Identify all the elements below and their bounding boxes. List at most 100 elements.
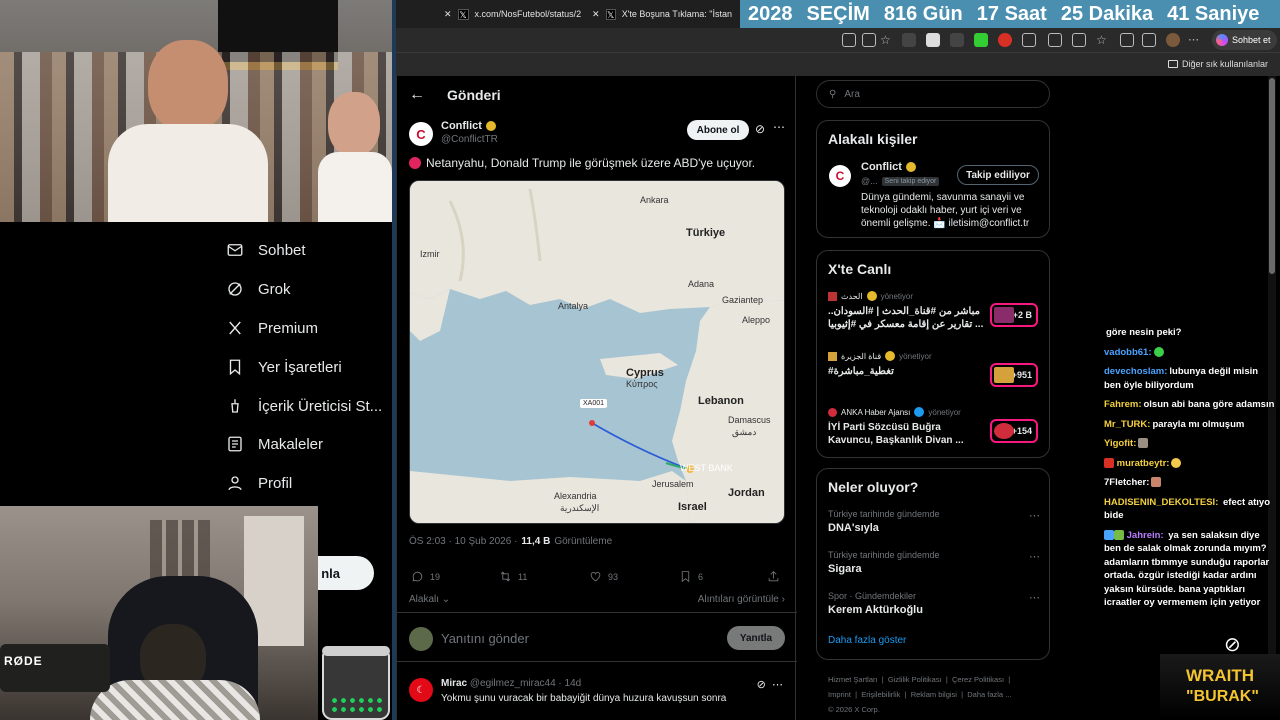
related-name-row[interactable]: Conflict — [861, 161, 916, 173]
election-countdown-banner: 2028 SEÇİM 816 Gün 17 Saat 25 Dakika 41 … — [740, 0, 1280, 28]
more-options-icon[interactable]: ⋯ — [773, 120, 785, 134]
more-menu-icon[interactable]: ⋯ — [1188, 33, 1202, 47]
nav-item-premium[interactable]: Premium — [226, 314, 318, 342]
author-handle[interactable]: @ConflictTR — [441, 134, 498, 145]
star-icon[interactable]: ☆ — [880, 33, 894, 47]
reply-icon — [412, 571, 423, 582]
streamer-webcam-video: RØDE — [0, 506, 318, 720]
copilot-chat-button[interactable]: Sohbet et — [1212, 30, 1277, 50]
emote-icon — [1171, 457, 1182, 468]
close-icon[interactable]: ✕ — [444, 9, 452, 20]
countdown-hours: 17 Saat — [976, 2, 1047, 25]
bookmark-action[interactable]: 6 — [679, 570, 703, 583]
extension-icon[interactable] — [902, 33, 916, 47]
nav-item-creator-studio[interactable]: İçerik Üreticisi St... — [226, 392, 382, 420]
nav-item-bookmarks[interactable]: Yer İşaretleri — [226, 353, 342, 381]
extension-icon[interactable] — [974, 33, 988, 47]
footer-link[interactable]: Imprint — [828, 690, 851, 699]
more-options-icon[interactable]: ⋯ — [1029, 550, 1040, 563]
author-name-row[interactable]: Conflict — [441, 120, 496, 132]
live-item[interactable]: الحدث yönetiyor مباشر من #قناة_الحدث | #ا… — [828, 291, 1040, 339]
extension-icon[interactable] — [842, 33, 856, 47]
heart-icon — [590, 572, 601, 582]
trend-name: Kerem Aktürkoğlu — [828, 604, 923, 616]
extension-icon[interactable] — [1120, 33, 1134, 47]
footer-link[interactable]: Gizlilik Politikası — [888, 675, 942, 684]
extension-icon[interactable] — [926, 33, 940, 47]
nav-item-chat[interactable]: Sohbet — [226, 236, 306, 264]
split-view-icon[interactable] — [1048, 33, 1062, 47]
reply-avatar[interactable]: ☾ — [409, 678, 433, 702]
map-label: WEST BANK — [680, 463, 733, 473]
chat-user: muratbeytr: — [1116, 457, 1170, 469]
trend-item[interactable]: Türkiye tarihinde gündemde Sigara ⋯ — [828, 550, 1040, 582]
other-favorites-folder[interactable]: Diğer sık kullanılanlar — [1167, 59, 1268, 69]
search-input[interactable]: ⚲ Ara — [816, 80, 1050, 108]
reply-input[interactable]: Yanıtını gönder — [441, 631, 529, 646]
nav-item-grok[interactable]: Grok — [226, 275, 291, 303]
nav-item-profile[interactable]: Profil — [226, 469, 292, 497]
scrollbar-thumb[interactable] — [1269, 78, 1275, 274]
show-more-link[interactable]: Daha fazla göster — [828, 635, 906, 646]
grok-icon[interactable]: ⊘ — [757, 679, 766, 691]
footer-link[interactable]: Reklam bilgisi — [911, 690, 957, 699]
grok-icon[interactable]: ⊘ — [755, 122, 765, 136]
extension-icon[interactable] — [950, 33, 964, 47]
subscribe-button[interactable]: Abone ol — [687, 120, 749, 140]
extension-icon[interactable] — [1142, 33, 1156, 47]
favorites-icon[interactable]: ☆ — [1096, 33, 1110, 47]
extension-icon[interactable] — [998, 33, 1012, 47]
countdown-label: SEÇİM — [806, 2, 870, 25]
map-label: Türkiye — [686, 227, 726, 239]
map-label: Israel — [678, 501, 707, 513]
map-label: Cyprus — [626, 367, 664, 379]
tab-nosfutebol[interactable]: ✕ 𝕏 x.com/NosFutebol/status/2 — [444, 4, 584, 24]
stream-screen: Sohbet Grok Premium Yer İşaretleri İçeri… — [0, 0, 1280, 720]
tab-label: X'te Boşuna Tıklama: "İstan — [621, 9, 732, 19]
trend-item[interactable]: Spor · Gündemdekiler Kerem Aktürkoğlu ⋯ — [828, 591, 1040, 623]
trend-item[interactable]: Türkiye tarihinde gündemde DNA'sıyla ⋯ — [828, 509, 1040, 541]
post-meta: ÖS 2:03 · 10 Şub 2026 · 11,4 B Görüntüle… — [409, 536, 612, 547]
live-title: X'te Canlı — [828, 261, 892, 277]
footer-link[interactable]: Daha fazla ... — [967, 690, 1011, 699]
sort-dropdown[interactable]: Alakalı ⌄ — [409, 594, 450, 605]
collections-icon[interactable] — [1072, 33, 1086, 47]
grok-float-icon[interactable]: ⊘ — [1224, 632, 1248, 656]
more-options-icon[interactable]: ⋯ — [772, 679, 783, 691]
related-name: Conflict — [861, 161, 902, 173]
footer-link[interactable]: Çerez Politikası — [952, 675, 1004, 684]
profile-avatar-icon[interactable] — [1166, 33, 1180, 47]
view-quotes-label: Alıntıları görüntüle — [697, 594, 779, 605]
reply-action[interactable]: 19 — [411, 570, 440, 583]
pilgrim-main — [108, 40, 268, 222]
extension-icon[interactable] — [1022, 33, 1036, 47]
tab-x-bosuna[interactable]: ✕ 𝕏 X'te Boşuna Tıklama: "İstan — [592, 4, 732, 24]
footer-link[interactable]: Erişilebilirlik — [861, 690, 900, 699]
following-button[interactable]: Takip ediliyor — [957, 165, 1039, 185]
post-author: C Conflict @ConflictTR Abone ol ⊘ ⋯ — [409, 120, 789, 152]
reply-button[interactable]: Yanıtla — [727, 626, 785, 650]
close-icon[interactable]: ✕ — [592, 9, 600, 20]
author-avatar[interactable]: C — [409, 122, 433, 146]
like-action[interactable]: 93 — [589, 570, 618, 583]
live-host-label: yönetiyor — [880, 291, 914, 301]
view-quotes-link[interactable]: Alıntıları görüntüle › — [698, 594, 785, 605]
related-avatar[interactable]: C — [829, 165, 851, 187]
more-options-icon[interactable]: ⋯ — [1029, 591, 1040, 604]
live-source: قناة الجزيرة yönetiyor — [828, 351, 932, 361]
live-item[interactable]: قناة الجزيرة yönetiyor #تغطية_مباشرة +951 — [828, 351, 1040, 399]
reply-post[interactable]: ☾ Mirac @egilmez_mirac44 · 14d Yokmu şun… — [409, 676, 789, 716]
sort-label: Alakalı — [409, 594, 440, 605]
nav-item-label: Premium — [258, 319, 319, 337]
footer-link[interactable]: Hizmet Şartları — [828, 675, 878, 684]
chat-message: Fahrem: olsun abi bana göre adamsın — [1104, 398, 1276, 412]
flight-map-image[interactable]: Türkiye Ankara Izmir Antalya Adana Gazia… — [409, 180, 785, 524]
repost-action[interactable]: 11 — [499, 570, 527, 583]
live-item[interactable]: ANKA Haber Ajansı yönetiyor İYİ Parti Söz… — [828, 407, 1040, 455]
nav-item-articles[interactable]: Makaleler — [226, 430, 323, 458]
post-time[interactable]: ÖS 2:03 · 10 Şub 2026 · — [409, 536, 517, 547]
share-action[interactable] — [767, 570, 780, 583]
translate-icon[interactable] — [862, 33, 876, 47]
more-options-icon[interactable]: ⋯ — [1029, 509, 1040, 522]
back-arrow-icon[interactable]: ← — [409, 86, 425, 104]
